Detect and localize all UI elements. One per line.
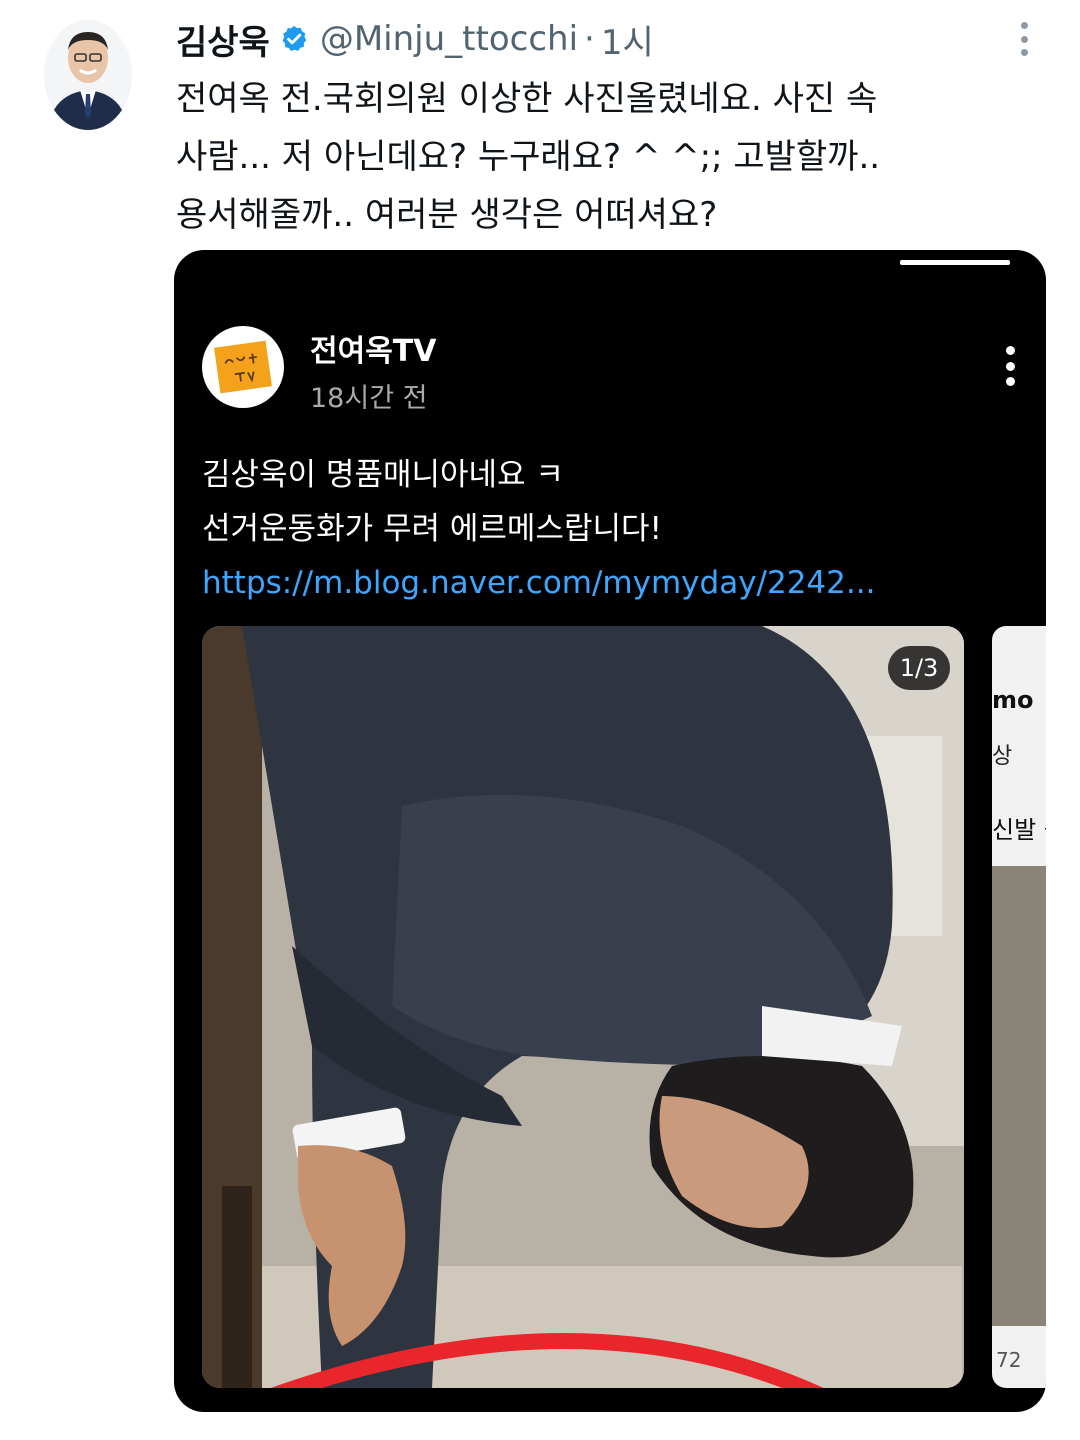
embedded-media-card[interactable]: 전여옥TV 18시간 전 김상욱이 명품매니아네요 ㅋ 선거운동화가 무려 에르… <box>174 250 1046 1412</box>
post-body: 김상욱이 명품매니아네요 ㅋ 선거운동화가 무려 에르메스랍니다! https:… <box>202 448 1022 610</box>
comment-count: 72 <box>996 1348 1022 1372</box>
channel-avatar[interactable] <box>202 326 284 408</box>
tweet-text-line: 용서해줄까.. 여러분 생각은 어떠셔요? <box>176 195 718 235</box>
post-body-line: 김상욱이 명품매니아네요 ㅋ <box>202 457 564 493</box>
more-options-icon[interactable] <box>1010 18 1038 60</box>
tweet-header: 김상욱 @Minju_ttocchi · 1시 <box>176 15 654 64</box>
post-more-icon[interactable] <box>1000 346 1020 386</box>
channel-logo <box>214 340 272 394</box>
post-link[interactable]: https://m.blog.naver.com/mymyday/2242... <box>202 556 1022 610</box>
separator-dot: · <box>584 19 595 59</box>
next-photo-text: 신발 출 <box>992 816 1046 844</box>
tweet-text-line: 전여옥 전.국회의원 이상한 사진올렸네요. 사진 속 <box>176 79 878 119</box>
post-body-line: 선거운동화가 무려 에르메스랍니다! <box>202 511 662 547</box>
next-photo-image <box>992 866 1046 1326</box>
post-time: 18시간 전 <box>310 383 428 414</box>
tweet-text: 전여옥 전.국회의원 이상한 사진올렸네요. 사진 속 사람... 저 아닌데요… <box>176 70 1046 244</box>
author-name[interactable]: 김상욱 <box>176 15 270 64</box>
post-photo[interactable]: 1/3 <box>202 626 964 1388</box>
author-avatar[interactable] <box>44 20 132 130</box>
channel-name[interactable]: 전여옥TV <box>310 326 436 370</box>
tweet-text-line: 사람... 저 아닌데요? 누구래요? ^ ^;; 고발할까.. <box>176 137 881 177</box>
next-photo-text: mo <box>992 686 1034 714</box>
next-photo-text: 상 <box>992 744 1013 769</box>
image-counter: 1/3 <box>888 646 950 690</box>
tweet-timestamp[interactable]: 1시 <box>601 15 654 64</box>
next-photo-preview[interactable]: mo 상 신발 출 72 <box>992 626 1046 1388</box>
status-bar-indicator <box>900 260 1010 265</box>
author-handle[interactable]: @Minju_ttocchi <box>320 19 578 59</box>
verified-badge-icon <box>278 23 310 55</box>
